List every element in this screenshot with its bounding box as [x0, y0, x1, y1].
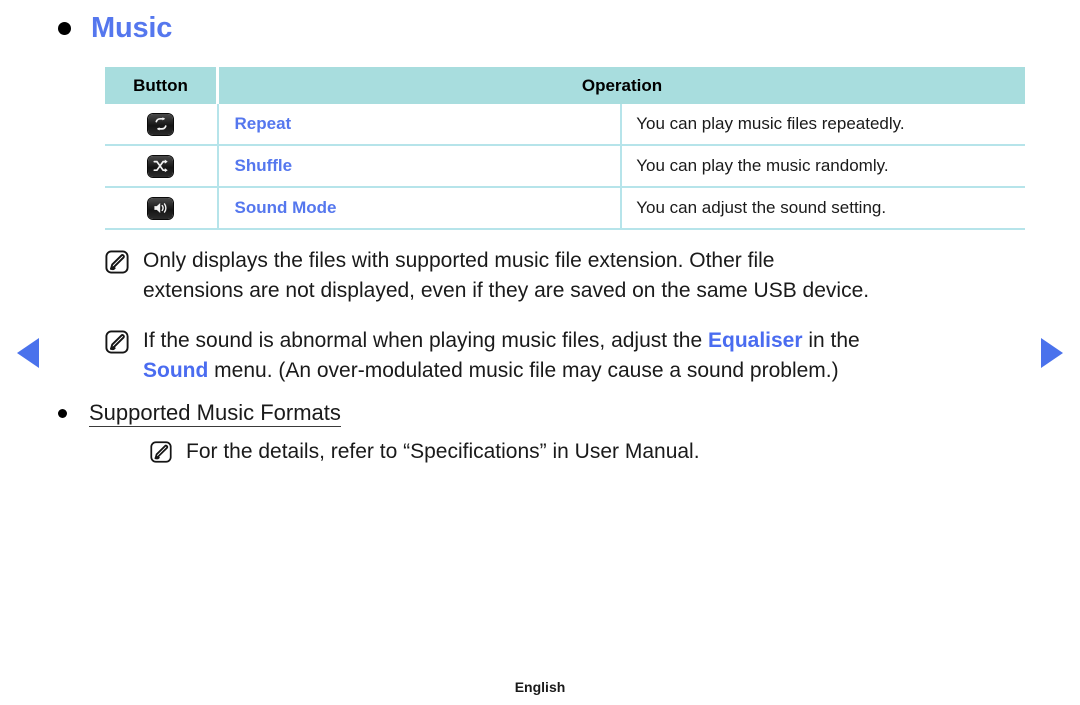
operation-cell: You can adjust the sound setting.: [621, 187, 1025, 230]
bullet-dot-icon: [58, 409, 67, 419]
button-icon-cell: [105, 104, 219, 146]
table-row: Repeat You can play music files repeated…: [105, 104, 1025, 146]
table-row: Shuffle You can play the music randomly.: [105, 145, 1025, 188]
button-label-cell: Sound Mode: [217, 187, 623, 230]
button-operation-table: Button Operation Repeat You can play mus…: [105, 67, 1025, 230]
section-title-label: Supported Music Formats: [89, 400, 341, 428]
note-pencil-icon: [105, 330, 129, 359]
button-label-cell: Repeat: [217, 104, 623, 146]
volume-speaker-icon: [148, 197, 174, 219]
page-title-label: Music: [91, 12, 173, 44]
triangle-right-icon[interactable]: [1041, 338, 1063, 368]
column-header-operation: Operation: [217, 67, 1025, 104]
button-icon-cell: [105, 145, 219, 188]
note-block: For the details, refer to “Specification…: [150, 437, 1030, 468]
column-header-button: Button: [105, 67, 219, 104]
note-pencil-icon: [105, 250, 129, 279]
button-icon-cell: [105, 187, 219, 230]
table-header-row: Button Operation: [105, 67, 1025, 104]
operation-cell: You can play music files repeatedly.: [621, 104, 1025, 146]
note-pencil-icon: [150, 441, 172, 468]
button-label-cell: Shuffle: [217, 145, 623, 188]
table-row: Sound Mode You can adjust the sound sett…: [105, 187, 1025, 230]
note-text: For the details, refer to “Specification…: [186, 440, 700, 463]
operation-cell: You can play the music randomly.: [621, 145, 1025, 188]
keyword-equaliser: Equaliser: [707, 329, 803, 352]
note-text: Only displays the files with supported m…: [143, 246, 869, 306]
note-line-1: Only displays the files with supported m…: [143, 249, 775, 272]
repeat-icon: [148, 113, 174, 135]
page-title: Music: [58, 14, 172, 43]
triangle-left-icon[interactable]: [17, 338, 39, 368]
note-text-part-3: menu. (An over-modulated music file may …: [208, 359, 839, 382]
note-text-part-2: in the: [802, 329, 860, 352]
footer-language-label: English: [514, 679, 566, 695]
note-block: Only displays the files with supported m…: [105, 246, 1035, 306]
note-text: If the sound is abnormal when playing mu…: [143, 326, 860, 386]
shuffle-icon: [148, 155, 174, 177]
note-line-2: extensions are not displayed, even if th…: [143, 279, 870, 302]
bullet-dot-icon: [58, 22, 71, 35]
section-title-supported-music-formats: Supported Music Formats: [58, 400, 341, 428]
note-block: If the sound is abnormal when playing mu…: [105, 326, 1040, 386]
keyword-sound: Sound: [143, 359, 209, 382]
note-text-part-1: If the sound is abnormal when playing mu…: [143, 329, 708, 352]
